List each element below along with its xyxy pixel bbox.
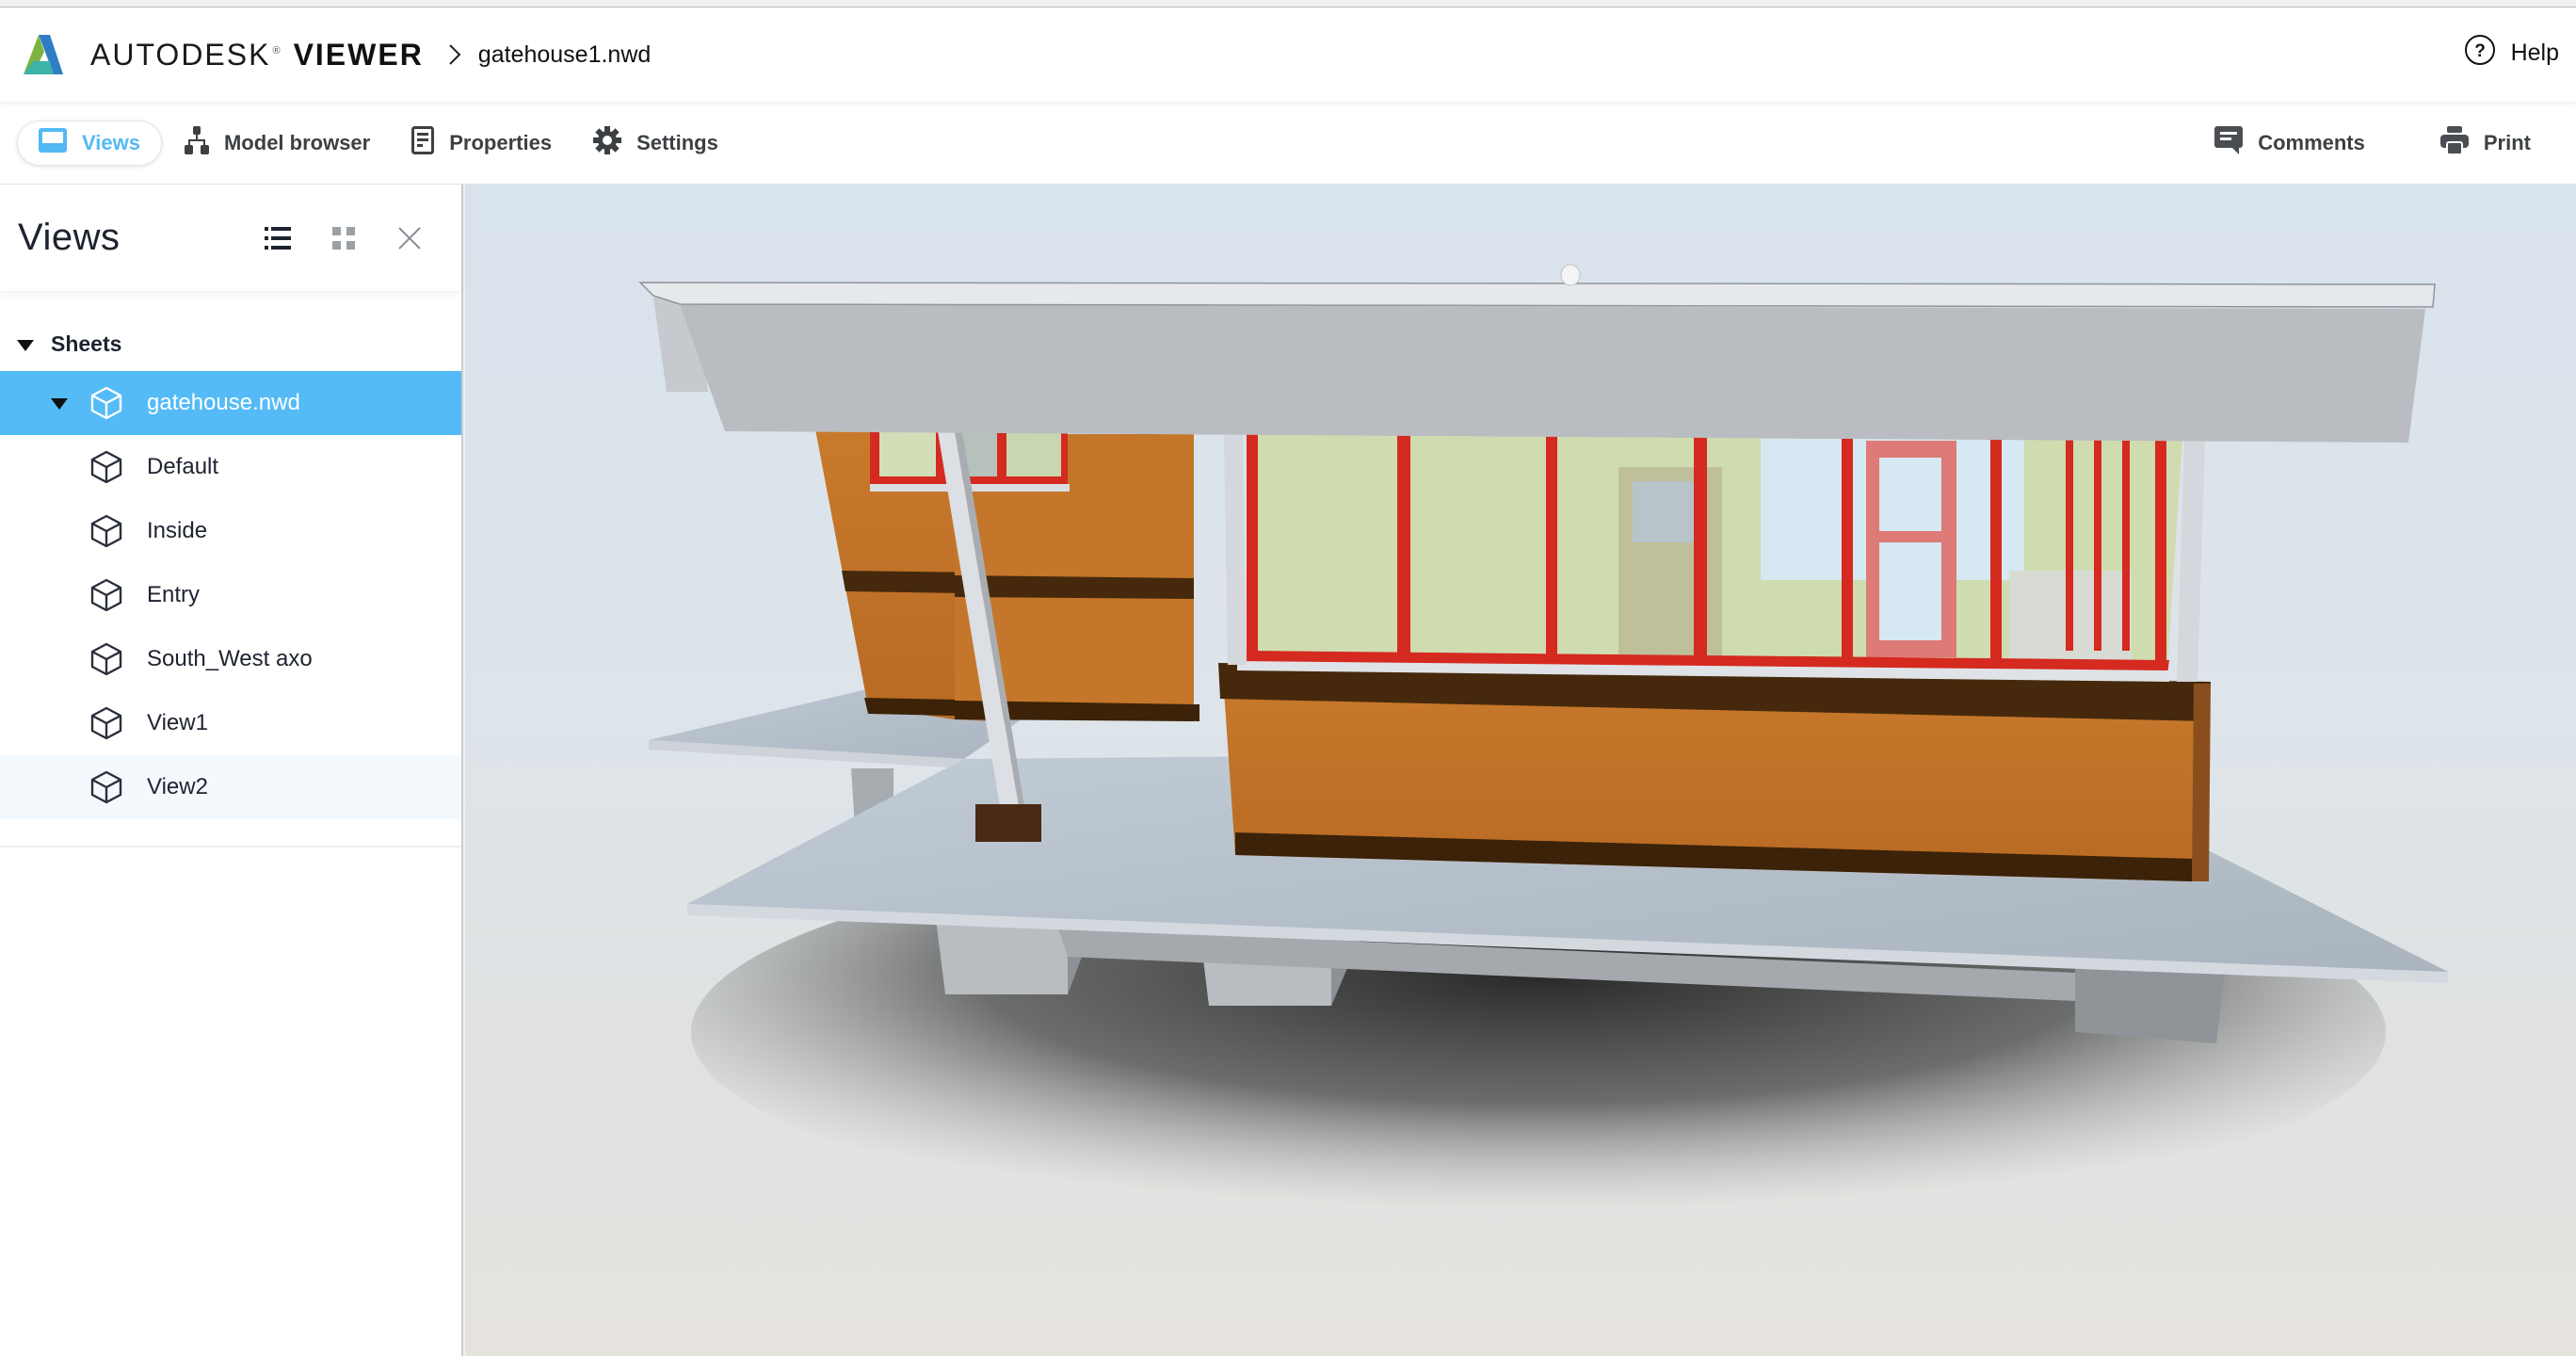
section-sheets[interactable]: Sheets [0, 316, 461, 371]
cube-icon [90, 706, 122, 740]
caret-down-icon[interactable] [17, 331, 34, 357]
cube-icon [90, 450, 122, 484]
comments-label: Comments [2258, 130, 2365, 154]
tree-item-label: Entry [147, 582, 201, 607]
svg-text:?: ? [2474, 41, 2486, 61]
tree-item-root-model[interactable]: gatehouse.nwd [0, 371, 461, 435]
cube-icon [90, 514, 122, 548]
print-label: Print [2483, 130, 2531, 154]
close-icon[interactable] [395, 224, 424, 252]
views-panel-title: Views [18, 217, 121, 258]
browser-top-strip [0, 0, 2576, 8]
brand-name: AUTODESK ® [90, 37, 282, 72]
column-base [975, 804, 1041, 842]
roof-vent [1560, 264, 1581, 286]
tree-item-view[interactable]: South_West axo [0, 627, 461, 691]
views-panel: Views Sheets gatehouse.nwd Default Insid… [0, 185, 463, 1356]
cube-icon [90, 386, 122, 420]
caret-down-icon[interactable] [51, 390, 68, 416]
tree-item-label: Inside [147, 518, 208, 543]
help-button[interactable]: ? Help [2464, 34, 2559, 73]
model-browser-icon [184, 125, 209, 160]
gatehouse-model[interactable] [465, 185, 2576, 1356]
section-sheets-label: Sheets [51, 331, 122, 356]
print-button[interactable]: Print [2422, 121, 2550, 166]
views-tree: Sheets gatehouse.nwd Default Inside Entr… [0, 292, 461, 848]
corner-post [2177, 439, 2205, 682]
product-name: VIEWER [293, 37, 424, 72]
tree-item-label: South_West axo [147, 646, 313, 671]
properties-icon [411, 125, 435, 160]
comment-icon [2214, 125, 2244, 160]
west-band-front [955, 575, 1194, 599]
main-toolbar: Views Model browser Properties Settings … [0, 102, 2576, 185]
app-header: AUTODESK ® VIEWER gatehouse1.nwd ? Help [0, 8, 2576, 102]
breadcrumb-file[interactable]: gatehouse1.nwd [478, 41, 651, 69]
tree-item-view[interactable]: View1 [0, 691, 461, 755]
grid-view-icon[interactable] [330, 224, 358, 252]
main-wall-corner [2192, 684, 2211, 881]
autodesk-logo-icon[interactable] [15, 26, 72, 83]
tree-item-label: View2 [147, 774, 208, 799]
roof-fascia [680, 304, 2425, 443]
breadcrumb-chevron-icon [448, 43, 461, 66]
tree-item-view[interactable]: View2 [0, 755, 461, 819]
tab-model-browser-label: Model browser [223, 130, 371, 154]
cube-icon [90, 770, 122, 804]
tree-item-view[interactable]: Inside [0, 499, 461, 563]
comments-button[interactable]: Comments [2196, 121, 2384, 166]
views-panel-header: Views [0, 185, 461, 292]
tab-views[interactable]: Views [17, 120, 162, 166]
tab-model-browser[interactable]: Model browser [166, 121, 389, 166]
tab-settings[interactable]: Settings [574, 121, 737, 166]
list-view-icon[interactable] [264, 224, 292, 252]
3d-viewport[interactable] [465, 185, 2576, 1356]
entry-door-glass-top [1879, 458, 1941, 531]
tab-properties[interactable]: Properties [393, 121, 571, 166]
tree-item-label: View1 [147, 710, 208, 735]
interior-door-glass [1633, 481, 1699, 542]
tree-item-view[interactable]: Entry [0, 563, 461, 627]
help-label: Help [2510, 40, 2559, 66]
tab-views-label: Views [82, 130, 140, 154]
left-post [1224, 434, 1247, 665]
tab-settings-label: Settings [636, 130, 718, 154]
views-icon [39, 127, 67, 158]
help-icon: ? [2464, 34, 2496, 73]
cube-icon [90, 642, 122, 676]
print-icon [2439, 125, 2469, 160]
tree-divider [0, 819, 461, 848]
entry-door-glass-bottom [1879, 542, 1941, 640]
roof-top-edge [638, 282, 2436, 308]
cube-icon [90, 578, 122, 612]
tree-item-view[interactable]: Default [0, 435, 461, 499]
gear-icon [593, 125, 622, 160]
tree-item-label: gatehouse.nwd [147, 390, 300, 415]
tab-properties-label: Properties [449, 130, 553, 154]
tree-item-label: Default [147, 454, 219, 479]
